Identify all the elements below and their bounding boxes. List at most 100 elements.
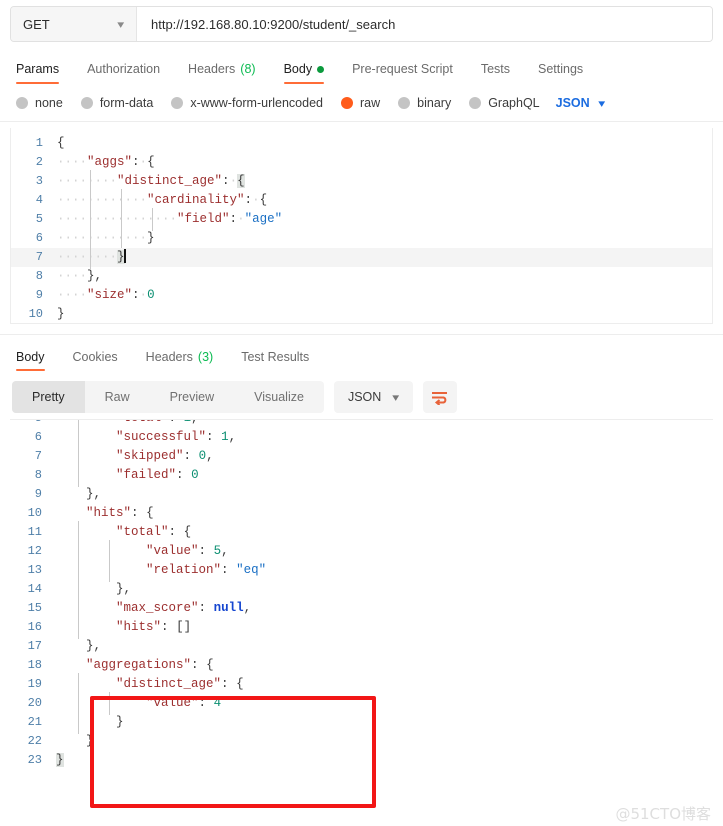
radio-x-www-form-urlencoded[interactable]: x-www-form-urlencoded	[171, 96, 323, 110]
tab-settings[interactable]: Settings	[524, 62, 597, 84]
response-tab-headers[interactable]: Headers (3)	[132, 350, 228, 371]
response-format-dropdown[interactable]: JSON ▾	[333, 381, 413, 413]
radio-raw-label: raw	[360, 96, 381, 110]
line-number: 1	[35, 136, 43, 150]
code-line: 7 "skipped": 0,	[10, 445, 713, 468]
tab-headers[interactable]: Headers (8)	[174, 62, 270, 84]
line-number: 20	[27, 696, 42, 710]
radio-form-data[interactable]: form-data	[80, 96, 154, 110]
line-content: }	[56, 753, 64, 767]
code-line: 19 "distinct_age": {	[10, 673, 713, 696]
line-content: "hits": []	[56, 616, 713, 639]
line-content: ····"aggs":·{	[57, 155, 155, 169]
view-mode-preview[interactable]: Preview	[150, 381, 234, 413]
code-line: 10 "hits": {	[10, 504, 713, 523]
radio-graphql[interactable]: GraphQL	[469, 96, 540, 110]
code-line: 6 "successful": 1,	[10, 426, 713, 449]
line-number: 5	[35, 212, 43, 226]
line-number: 18	[27, 658, 42, 672]
response-toolbar: Pretty Raw Preview Visualize JSON ▾	[12, 381, 711, 413]
line-content: "distinct_age": {	[56, 673, 713, 696]
chevron-down-icon: ▾	[392, 391, 400, 404]
response-tab-body[interactable]: Body	[12, 350, 59, 371]
tab-authorization[interactable]: Authorization	[73, 62, 174, 84]
response-tab-cookies-label: Cookies	[72, 350, 118, 364]
line-number: 7	[34, 449, 42, 463]
code-line: 15 "max_score": null,	[10, 597, 713, 620]
line-content: ············}	[57, 227, 712, 250]
code-line-active: 7 ········}	[11, 246, 712, 269]
response-tab-test-results[interactable]: Test Results	[227, 350, 323, 371]
line-content: "max_score": null,	[56, 597, 713, 620]
response-tabs: Body Cookies Headers (3) Test Results	[12, 345, 711, 371]
text-cursor	[123, 249, 126, 263]
view-mode-pretty-label: Pretty	[32, 390, 65, 404]
view-mode-pretty[interactable]: Pretty	[12, 381, 85, 413]
response-tab-cookies[interactable]: Cookies	[59, 350, 132, 371]
line-number: 10	[28, 307, 43, 321]
code-line: 18 "aggregations": {	[10, 656, 713, 675]
line-number: 9	[35, 288, 43, 302]
line-number: 8	[35, 269, 43, 283]
radio-form-data-label: form-data	[99, 96, 154, 110]
tab-pre-request-script-label: Pre-request Script	[352, 62, 453, 76]
line-content: ············"cardinality":·{	[57, 189, 712, 212]
line-content: {	[57, 136, 65, 150]
chevron-down-icon: ▾	[117, 18, 125, 31]
http-method-label: GET	[23, 16, 50, 32]
line-number: 12	[27, 544, 42, 558]
view-mode-raw-label: Raw	[104, 390, 130, 404]
line-number: 13	[27, 563, 42, 577]
http-method-dropdown[interactable]: GET ▾	[11, 7, 137, 41]
view-mode-visualize[interactable]: Visualize	[234, 381, 324, 413]
tab-settings-label: Settings	[538, 62, 584, 76]
line-number: 10	[27, 506, 42, 520]
view-mode-visualize-label: Visualize	[254, 390, 304, 404]
word-wrap-icon	[432, 391, 448, 405]
tab-headers-count: (8)	[240, 62, 256, 76]
request-body-editor[interactable]: 1 { 2 ····"aggs":·{ 3 ········"distinct_…	[10, 128, 713, 324]
radio-none[interactable]: none	[16, 96, 63, 110]
line-content: ····"size":·0	[57, 288, 155, 302]
word-wrap-toggle[interactable]	[422, 381, 457, 413]
line-content: "value": 5,	[56, 540, 713, 563]
radio-raw-icon	[341, 97, 353, 109]
chevron-down-icon: ▾	[597, 97, 605, 110]
code-line: 1 {	[11, 134, 712, 153]
line-number: 17	[27, 639, 42, 653]
line-content: },	[86, 639, 102, 653]
radio-none-label: none	[35, 96, 63, 110]
raw-format-dropdown[interactable]: JSON ▾	[556, 96, 605, 110]
divider	[0, 121, 723, 122]
radio-binary[interactable]: binary	[398, 96, 451, 110]
line-content: "failed": 0	[56, 464, 713, 487]
line-number: 15	[27, 601, 42, 615]
tab-body[interactable]: Body	[270, 62, 339, 84]
request-tabs: Params Authorization Headers (8) Body Pr…	[12, 56, 711, 84]
line-content: },	[86, 487, 102, 501]
tab-params[interactable]: Params	[12, 62, 73, 84]
url-input[interactable]: http://192.168.80.10:9200/student/_searc…	[137, 7, 712, 41]
tab-tests[interactable]: Tests	[467, 62, 524, 84]
code-line: 4 ············"cardinality":·{	[11, 189, 712, 212]
code-line: 9 ····"size":·0	[11, 286, 712, 305]
tab-tests-label: Tests	[480, 62, 510, 76]
code-line-clipped: 5 "total": 1,	[10, 420, 713, 428]
radio-graphql-label: GraphQL	[488, 96, 540, 110]
url-bar: GET ▾ http://192.168.80.10:9200/student/…	[10, 6, 713, 42]
line-content: ················"field":·"age"	[57, 208, 712, 231]
code-line: 5 ················"field":·"age"	[11, 208, 712, 231]
line-number: 23	[27, 753, 42, 767]
watermark: @51CTO博客	[615, 805, 711, 823]
code-line: 10 }	[11, 305, 712, 323]
tab-authorization-label: Authorization	[87, 62, 161, 76]
line-number: 9	[34, 487, 42, 501]
line-number: 11	[27, 525, 42, 539]
line-content: ····},	[57, 269, 103, 283]
tab-pre-request-script[interactable]: Pre-request Script	[338, 62, 467, 84]
line-content: }	[56, 711, 713, 734]
response-body-viewer[interactable]: 5 "total": 1, 6 "successful": 1, 7 "skip…	[10, 419, 713, 791]
line-number: 7	[35, 250, 43, 264]
view-mode-raw[interactable]: Raw	[85, 381, 150, 413]
radio-raw[interactable]: raw	[341, 96, 380, 110]
